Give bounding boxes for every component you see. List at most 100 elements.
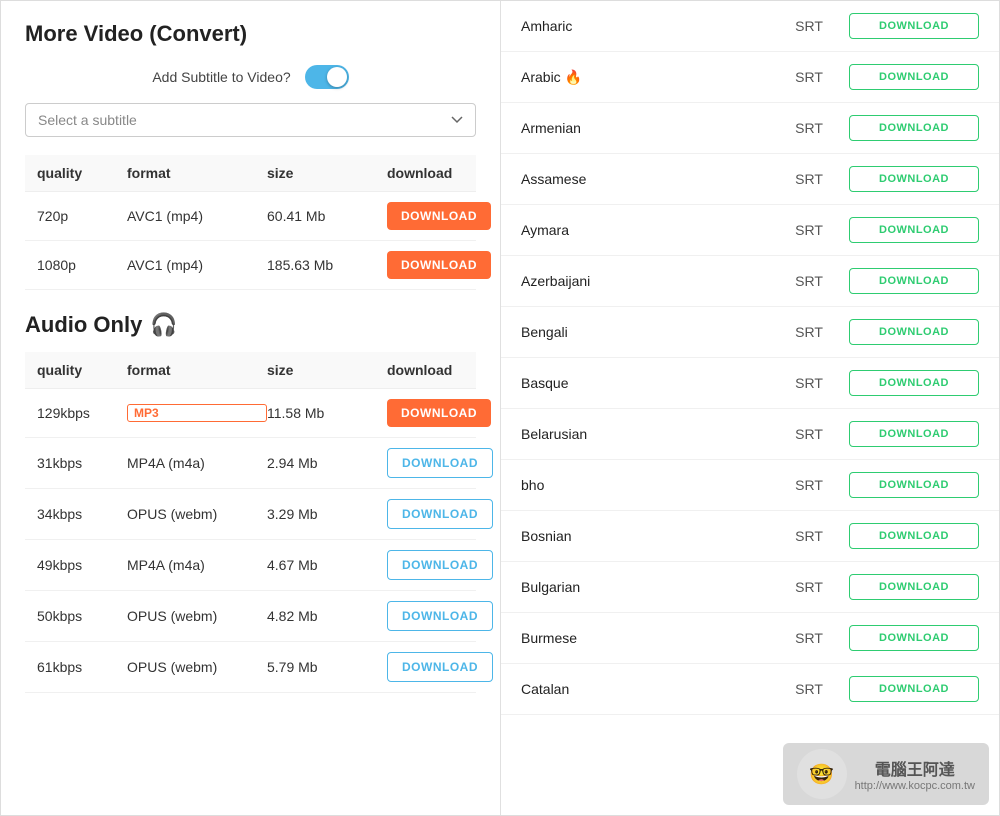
audio-title-text: Audio Only	[25, 312, 142, 338]
subtitle-download-btn-3[interactable]: DOWNLOAD	[849, 166, 979, 192]
subtitle-list-item: Bosnian SRT DOWNLOAD	[501, 511, 999, 562]
subtitle-download-btn-8[interactable]: DOWNLOAD	[849, 421, 979, 447]
subtitle-list: Amharic SRT DOWNLOAD Arabic 🔥 SRT DOWNLO…	[501, 1, 999, 715]
video-table-row: 1080p AVC1 (mp4) 185.63 Mb DOWNLOAD	[25, 241, 476, 290]
subtitle-download-btn-12[interactable]: DOWNLOAD	[849, 625, 979, 651]
subtitle-format-6: SRT	[769, 324, 849, 340]
subtitle-list-item: Amharic SRT DOWNLOAD	[501, 1, 999, 52]
subtitle-lang-5: Azerbaijani	[521, 273, 769, 289]
subtitle-format-9: SRT	[769, 477, 849, 493]
subtitle-format-13: SRT	[769, 681, 849, 697]
audio-download-btn-5[interactable]: DOWNLOAD	[387, 652, 493, 682]
subtitle-lang-2: Armenian	[521, 120, 769, 136]
watermark-text: 電腦王阿達	[855, 756, 975, 780]
subtitle-format-11: SRT	[769, 579, 849, 595]
subtitle-lang-9: bho	[521, 477, 769, 493]
audio-table-row: 34kbps OPUS (webm) 3.29 Mb DOWNLOAD	[25, 489, 476, 540]
subtitle-lang-11: Bulgarian	[521, 579, 769, 595]
subtitle-format-2: SRT	[769, 120, 849, 136]
audio-size-1: 2.94 Mb	[267, 455, 387, 471]
audio-table-body: 129kbps MP3 11.58 Mb DOWNLOAD 31kbps MP4…	[25, 389, 476, 693]
subtitle-download-btn-11[interactable]: DOWNLOAD	[849, 574, 979, 600]
subtitle-lang-0: Amharic	[521, 18, 769, 34]
audio-download-btn-4[interactable]: DOWNLOAD	[387, 601, 493, 631]
audio-size-3: 4.67 Mb	[267, 557, 387, 573]
toggle-knob	[327, 67, 347, 87]
subtitle-download-btn-9[interactable]: DOWNLOAD	[849, 472, 979, 498]
audio-table-row: 61kbps OPUS (webm) 5.79 Mb DOWNLOAD	[25, 642, 476, 693]
subtitle-lang-10: Bosnian	[521, 528, 769, 544]
subtitle-list-item: Assamese SRT DOWNLOAD	[501, 154, 999, 205]
subtitle-list-item: Burmese SRT DOWNLOAD	[501, 613, 999, 664]
subtitle-list-item: bho SRT DOWNLOAD	[501, 460, 999, 511]
video-quality-1: 1080p	[37, 257, 127, 273]
audio-download-btn-1[interactable]: DOWNLOAD	[387, 448, 493, 478]
audio-quality-4: 50kbps	[37, 608, 127, 624]
audio-download-btn-0[interactable]: DOWNLOAD	[387, 399, 491, 427]
audio-size-2: 3.29 Mb	[267, 506, 387, 522]
subtitle-download-btn-1[interactable]: DOWNLOAD	[849, 64, 979, 90]
audio-format-5: OPUS (webm)	[127, 659, 267, 675]
subtitle-format-3: SRT	[769, 171, 849, 187]
video-download-btn-1[interactable]: DOWNLOAD	[387, 251, 491, 279]
audio-table-row: 50kbps OPUS (webm) 4.82 Mb DOWNLOAD	[25, 591, 476, 642]
subtitle-download-btn-6[interactable]: DOWNLOAD	[849, 319, 979, 345]
audio-col-size: size	[267, 362, 387, 378]
headphone-icon: 🎧	[150, 312, 177, 338]
subtitle-lang-8: Belarusian	[521, 426, 769, 442]
video-download-btn-0[interactable]: DOWNLOAD	[387, 202, 491, 230]
audio-format-1: MP4A (m4a)	[127, 455, 267, 471]
subtitle-download-btn-4[interactable]: DOWNLOAD	[849, 217, 979, 243]
audio-format-4: OPUS (webm)	[127, 608, 267, 624]
video-col-download: download	[387, 165, 464, 181]
subtitle-download-btn-13[interactable]: DOWNLOAD	[849, 676, 979, 702]
audio-section-title: Audio Only 🎧	[25, 312, 476, 338]
video-table-row: 720p AVC1 (mp4) 60.41 Mb DOWNLOAD	[25, 192, 476, 241]
subtitle-toggle[interactable]	[305, 65, 349, 89]
subtitle-list-item: Bengali SRT DOWNLOAD	[501, 307, 999, 358]
subtitle-list-item: Catalan SRT DOWNLOAD	[501, 664, 999, 715]
video-table-body: 720p AVC1 (mp4) 60.41 Mb DOWNLOAD 1080p …	[25, 192, 476, 290]
audio-format-3: MP4A (m4a)	[127, 557, 267, 573]
subtitle-lang-12: Burmese	[521, 630, 769, 646]
audio-quality-3: 49kbps	[37, 557, 127, 573]
subtitle-format-8: SRT	[769, 426, 849, 442]
subtitle-lang-4: Aymara	[521, 222, 769, 238]
audio-size-0: 11.58 Mb	[267, 405, 387, 421]
video-quality-0: 720p	[37, 208, 127, 224]
video-format-0: AVC1 (mp4)	[127, 208, 267, 224]
watermark-url: http://www.kocpc.com.tw	[855, 780, 975, 792]
audio-quality-1: 31kbps	[37, 455, 127, 471]
subtitle-download-btn-10[interactable]: DOWNLOAD	[849, 523, 979, 549]
video-size-0: 60.41 Mb	[267, 208, 387, 224]
mp3-badge: MP3	[127, 404, 267, 422]
video-col-size: size	[267, 165, 387, 181]
subtitle-format-12: SRT	[769, 630, 849, 646]
subtitle-select[interactable]: Select a subtitle	[25, 103, 476, 137]
subtitle-download-btn-7[interactable]: DOWNLOAD	[849, 370, 979, 396]
subtitle-download-btn-5[interactable]: DOWNLOAD	[849, 268, 979, 294]
subtitle-list-item: Aymara SRT DOWNLOAD	[501, 205, 999, 256]
subtitle-download-btn-2[interactable]: DOWNLOAD	[849, 115, 979, 141]
watermark: 🤓 電腦王阿達 http://www.kocpc.com.tw	[783, 743, 989, 805]
subtitle-lang-7: Basque	[521, 375, 769, 391]
subtitle-list-item: Basque SRT DOWNLOAD	[501, 358, 999, 409]
video-table-header: quality format size download	[25, 155, 476, 192]
video-col-quality: quality	[37, 165, 127, 181]
audio-table-row: 49kbps MP4A (m4a) 4.67 Mb DOWNLOAD	[25, 540, 476, 591]
audio-col-quality: quality	[37, 362, 127, 378]
audio-download-btn-3[interactable]: DOWNLOAD	[387, 550, 493, 580]
audio-download-btn-2[interactable]: DOWNLOAD	[387, 499, 493, 529]
audio-size-4: 4.82 Mb	[267, 608, 387, 624]
subtitle-list-item: Armenian SRT DOWNLOAD	[501, 103, 999, 154]
left-panel: More Video (Convert) Add Subtitle to Vid…	[1, 1, 501, 815]
right-panel: Amharic SRT DOWNLOAD Arabic 🔥 SRT DOWNLO…	[501, 1, 999, 815]
subtitle-download-btn-0[interactable]: DOWNLOAD	[849, 13, 979, 39]
subtitle-lang-3: Assamese	[521, 171, 769, 187]
audio-size-5: 5.79 Mb	[267, 659, 387, 675]
audio-table-row: 31kbps MP4A (m4a) 2.94 Mb DOWNLOAD	[25, 438, 476, 489]
subtitle-toggle-row: Add Subtitle to Video?	[25, 65, 476, 89]
subtitle-format-0: SRT	[769, 18, 849, 34]
audio-col-download: download	[387, 362, 464, 378]
audio-quality-5: 61kbps	[37, 659, 127, 675]
